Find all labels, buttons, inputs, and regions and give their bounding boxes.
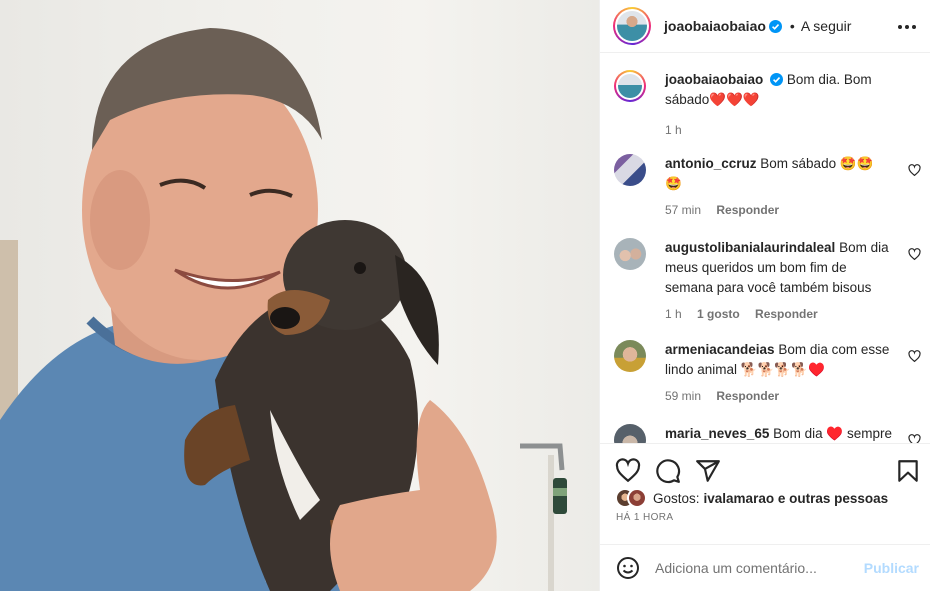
header-separator: • bbox=[789, 18, 795, 34]
like-icon[interactable] bbox=[615, 458, 641, 484]
post-timestamp: HÁ 1 HORA bbox=[616, 512, 674, 523]
likes-label: Gostos: bbox=[653, 490, 700, 506]
commenter-username[interactable]: augustolibanialaurindaleal bbox=[665, 240, 835, 255]
comment-item: augustolibanialaurindaleal Bom dia meus … bbox=[614, 238, 914, 324]
like-comment-icon[interactable] bbox=[908, 248, 921, 261]
like-comment-icon[interactable] bbox=[908, 350, 921, 363]
comment-time: 59 min bbox=[665, 389, 702, 403]
author-avatar[interactable] bbox=[613, 7, 651, 45]
caption-time: 1 h bbox=[665, 123, 682, 137]
comment-item: maria_neves_65 Bom dia ♥️ sempre bbox=[614, 424, 914, 443]
comment-time: 57 min bbox=[665, 203, 702, 217]
likes-summary[interactable]: Gostos: ivalamarao e outras pessoas bbox=[615, 488, 888, 508]
comment-text-continued: 🤩 bbox=[665, 176, 682, 191]
comments-list[interactable]: joaobaiaobaiao Bom dia. Bom sábado❤️❤️❤️… bbox=[600, 53, 930, 443]
comment-likes[interactable]: 1 gosto bbox=[697, 307, 740, 321]
following-button[interactable]: A seguir bbox=[801, 18, 852, 34]
commenter-username[interactable]: maria_neves_65 bbox=[665, 426, 769, 441]
share-icon[interactable] bbox=[695, 458, 721, 484]
commenter-username[interactable]: armeniacandeias bbox=[665, 342, 775, 357]
reply-button[interactable]: Responder bbox=[755, 307, 818, 321]
comment-time: 1 h bbox=[665, 307, 682, 321]
post-header: joaobaiaobaiao • A seguir bbox=[600, 0, 930, 53]
commenter-avatar[interactable] bbox=[614, 424, 646, 443]
verified-badge-icon bbox=[768, 19, 782, 33]
caption-username[interactable]: joaobaiaobaiao bbox=[665, 72, 763, 87]
comment-icon[interactable] bbox=[655, 458, 681, 484]
add-comment-bar: Publicar bbox=[600, 544, 930, 591]
reply-button[interactable]: Responder bbox=[716, 203, 779, 217]
like-comment-icon[interactable] bbox=[908, 434, 921, 443]
reply-button[interactable]: Responder bbox=[716, 389, 779, 403]
comment-item: antonio_ccruz Bom sábado 🤩🤩 🤩 57 min Res… bbox=[614, 154, 914, 220]
comment-item: armeniacandeias Bom dia com esse lindo a… bbox=[614, 340, 914, 406]
commenter-avatar[interactable] bbox=[614, 238, 646, 270]
comment-text: Bom dia ♥️ sempre bbox=[773, 426, 892, 441]
comment-text: Bom sábado 🤩🤩 bbox=[760, 156, 874, 171]
publish-button[interactable]: Publicar bbox=[864, 560, 919, 576]
photo-illustration bbox=[0, 28, 567, 591]
post-details-panel: joaobaiaobaiao • A seguir joaobaiaobaiao bbox=[599, 0, 930, 591]
post-photo[interactable] bbox=[0, 0, 599, 591]
caption: joaobaiaobaiao Bom dia. Bom sábado❤️❤️❤️… bbox=[614, 70, 914, 140]
likers-avatars bbox=[615, 488, 649, 508]
save-icon[interactable] bbox=[895, 458, 921, 484]
emoji-icon[interactable] bbox=[616, 556, 640, 580]
verified-badge-icon bbox=[770, 73, 784, 86]
more-options-icon[interactable] bbox=[897, 17, 917, 37]
comment-input[interactable] bbox=[655, 560, 855, 576]
like-comment-icon[interactable] bbox=[908, 164, 921, 177]
caption-emoji: ❤️❤️❤️ bbox=[709, 92, 760, 107]
commenter-username[interactable]: antonio_ccruz bbox=[665, 156, 757, 171]
commenter-avatar[interactable] bbox=[614, 154, 646, 186]
commenter-avatar[interactable] bbox=[614, 340, 646, 372]
caption-avatar[interactable] bbox=[614, 70, 646, 102]
likes-text[interactable]: ivalamarao e outras pessoas bbox=[704, 491, 889, 506]
author-username[interactable]: joaobaiaobaiao bbox=[664, 18, 766, 34]
